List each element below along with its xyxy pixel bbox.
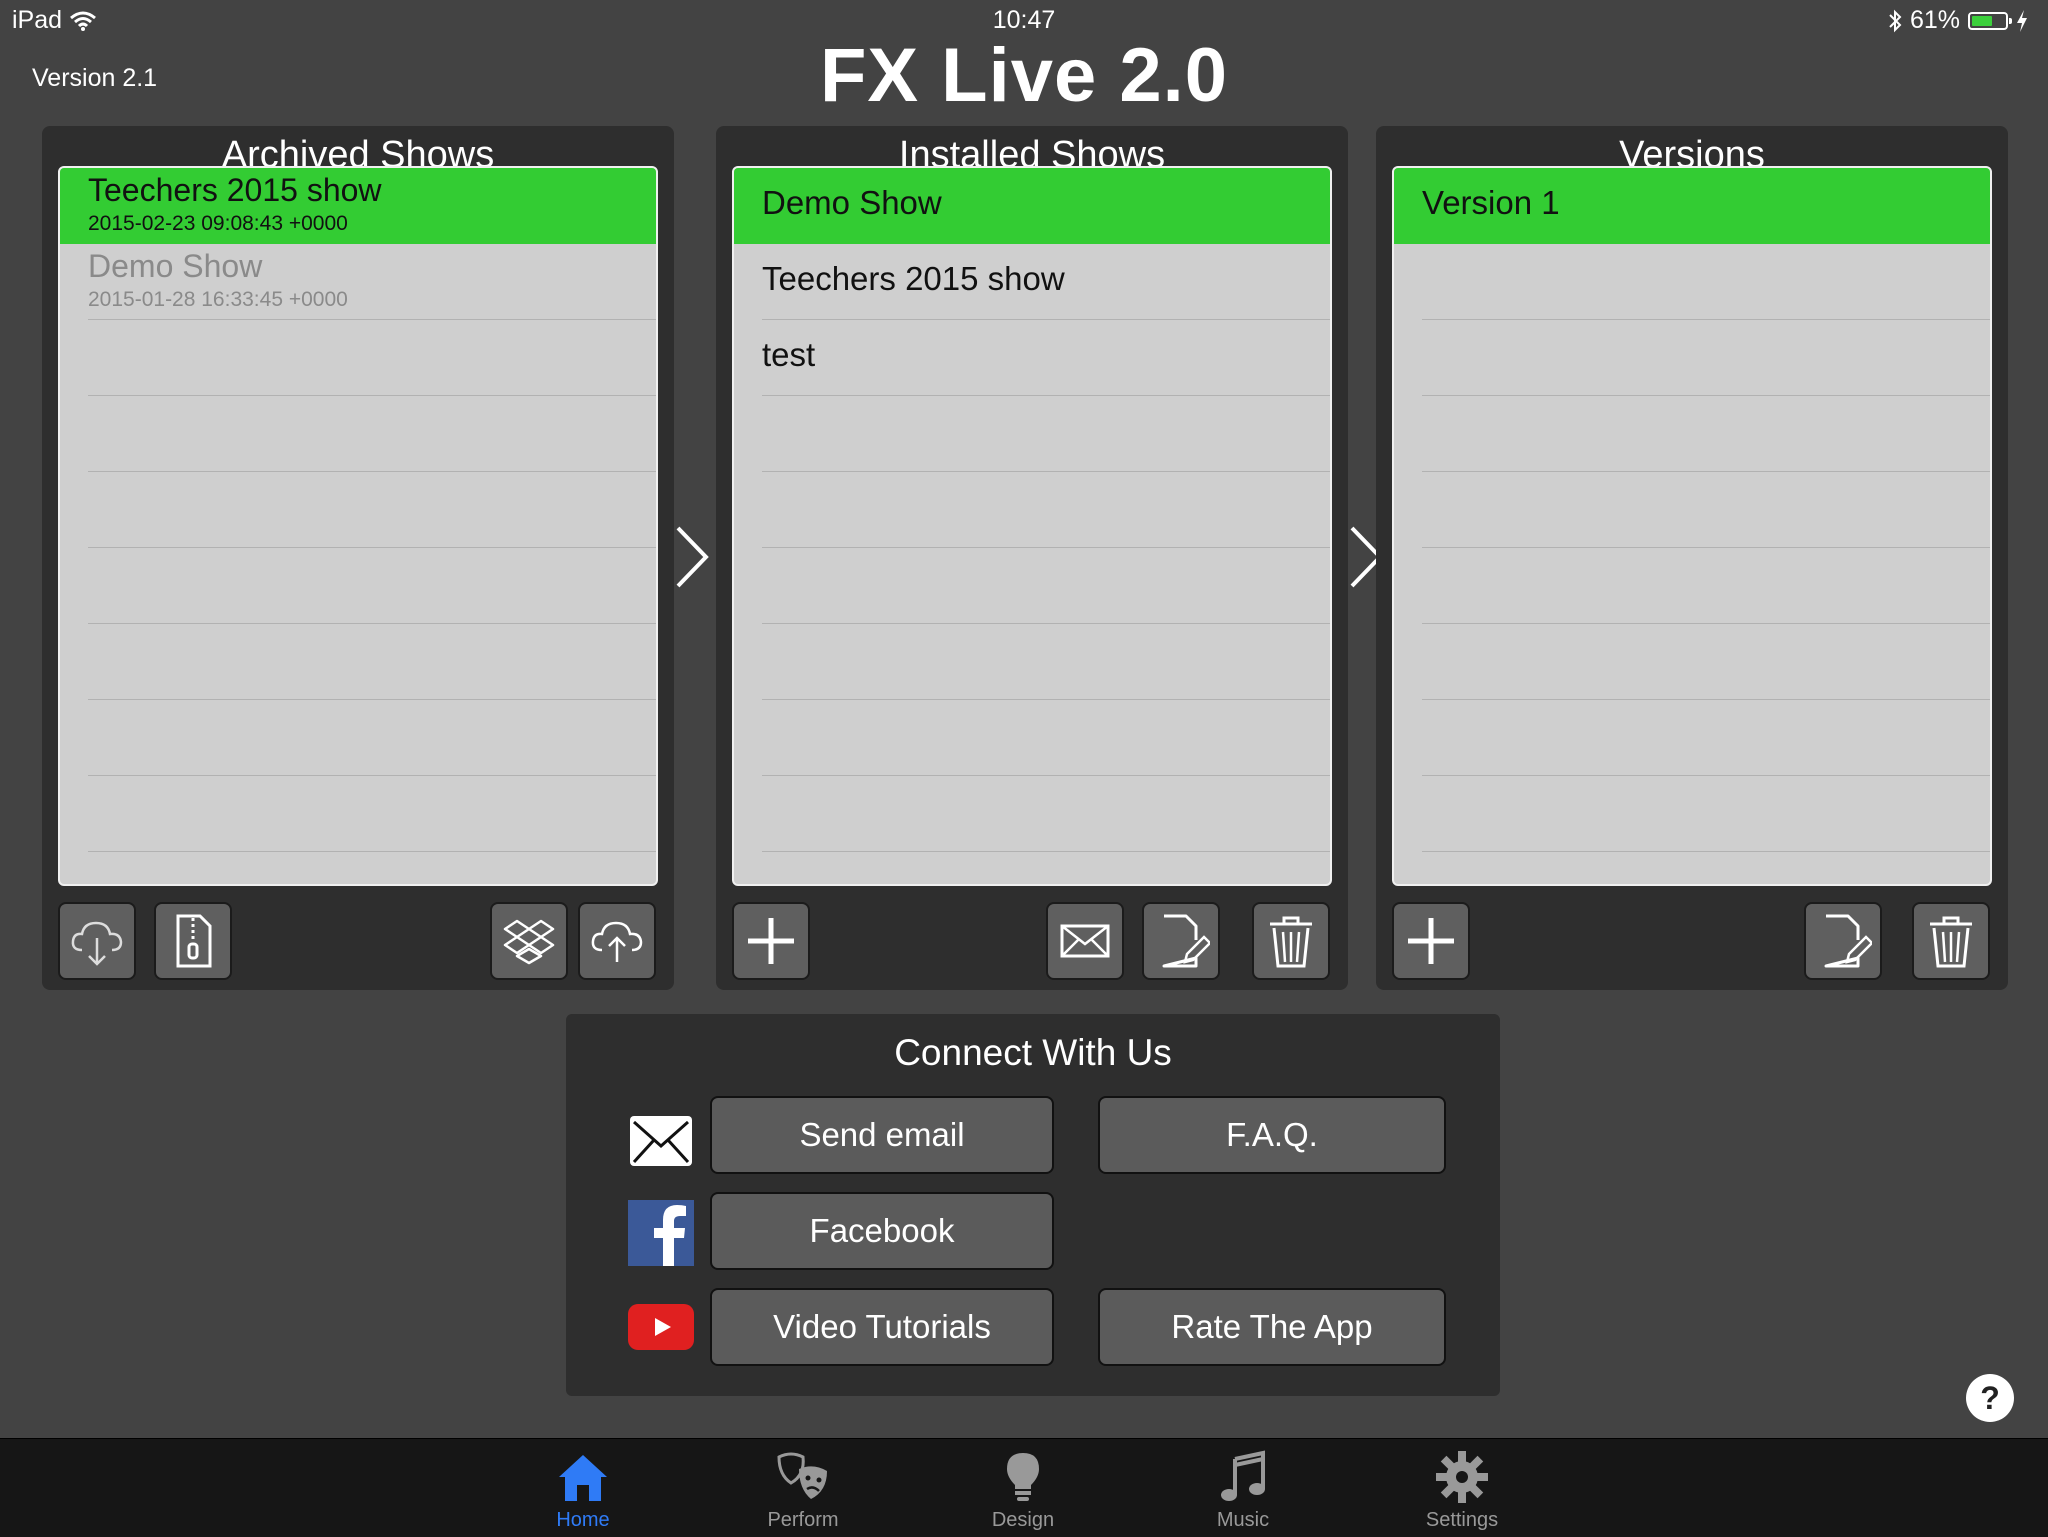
versions-list[interactable]: Version 1 bbox=[1392, 166, 1992, 886]
video-tutorials-button[interactable]: Video Tutorials bbox=[710, 1288, 1054, 1366]
list-item[interactable]: Version 1 bbox=[1394, 168, 1990, 244]
tab-bar: Home Perform Design Music Settings bbox=[0, 1438, 2048, 1537]
music-note-icon bbox=[1221, 1450, 1265, 1501]
tab-design[interactable]: Design bbox=[953, 1439, 1093, 1537]
show-date: 2015-02-23 09:08:43 +0000 bbox=[88, 212, 348, 235]
status-time: 10:47 bbox=[992, 6, 1056, 34]
empty-row bbox=[60, 776, 656, 852]
list-item[interactable]: Teechers 2015 show bbox=[734, 244, 1330, 320]
facebook-icon bbox=[628, 1200, 694, 1266]
list-item[interactable]: Teechers 2015 show 2015-02-23 09:08:43 +… bbox=[60, 168, 656, 244]
lightbulb-icon bbox=[1007, 1453, 1039, 1501]
battery-icon bbox=[1968, 11, 2012, 30]
tab-perform[interactable]: Perform bbox=[733, 1439, 873, 1537]
empty-row bbox=[734, 776, 1330, 852]
dropbox-icon bbox=[503, 919, 555, 965]
delete-version-button[interactable] bbox=[1912, 902, 1990, 980]
show-name: Demo Show bbox=[762, 184, 942, 221]
cloud-upload-button[interactable] bbox=[578, 902, 656, 980]
add-version-button[interactable] bbox=[1392, 902, 1470, 980]
version-name: Version 1 bbox=[1422, 184, 1560, 221]
tab-settings[interactable]: Settings bbox=[1392, 1439, 1532, 1537]
empty-row bbox=[734, 700, 1330, 776]
bluetooth-icon bbox=[1889, 9, 1902, 32]
home-icon bbox=[559, 1455, 607, 1501]
trash-icon bbox=[1930, 916, 1972, 968]
empty-row bbox=[734, 548, 1330, 624]
empty-row bbox=[1394, 472, 1990, 548]
connect-panel: Connect With Us Send email F.A.Q. Facebo… bbox=[566, 1014, 1500, 1396]
empty-row bbox=[60, 548, 656, 624]
app-title: FX Live 2.0 bbox=[819, 33, 1229, 118]
plus-icon bbox=[748, 918, 794, 964]
empty-row bbox=[60, 700, 656, 776]
edit-show-button[interactable] bbox=[1142, 902, 1220, 980]
list-item[interactable]: Demo Show bbox=[734, 168, 1330, 244]
empty-row bbox=[60, 472, 656, 548]
empty-row bbox=[734, 472, 1330, 548]
empty-row bbox=[60, 624, 656, 700]
add-show-button[interactable] bbox=[732, 902, 810, 980]
charging-icon bbox=[2017, 9, 2027, 32]
show-date: 2015-01-28 16:33:45 +0000 bbox=[88, 288, 348, 311]
list-item[interactable]: Demo Show 2015-01-28 16:33:45 +0000 bbox=[60, 244, 656, 320]
show-name: Demo Show bbox=[88, 248, 263, 284]
plus-icon bbox=[1408, 918, 1454, 964]
tab-label: Perform bbox=[767, 1509, 839, 1531]
facebook-button[interactable]: Facebook bbox=[710, 1192, 1054, 1270]
edit-document-icon bbox=[1824, 914, 1872, 968]
email-show-button[interactable] bbox=[1046, 902, 1124, 980]
rate-app-button[interactable]: Rate The App bbox=[1098, 1288, 1446, 1366]
show-name: Teechers 2015 show bbox=[88, 172, 382, 208]
help-button[interactable]: ? bbox=[1966, 1374, 2014, 1422]
faq-button[interactable]: F.A.Q. bbox=[1098, 1096, 1446, 1174]
dropbox-button[interactable] bbox=[490, 902, 568, 980]
show-name: Teechers 2015 show bbox=[762, 260, 1065, 297]
chevron-right-icon bbox=[676, 526, 709, 588]
empty-row bbox=[1394, 396, 1990, 472]
empty-row bbox=[734, 396, 1330, 472]
send-email-button[interactable]: Send email bbox=[710, 1096, 1054, 1174]
connect-title: Connect With Us bbox=[894, 1032, 1172, 1073]
zip-archive-button[interactable] bbox=[154, 902, 232, 980]
cloud-upload-icon bbox=[591, 921, 643, 962]
gear-icon bbox=[1436, 1451, 1488, 1503]
show-name: test bbox=[762, 336, 816, 373]
tab-music[interactable]: Music bbox=[1173, 1439, 1313, 1537]
empty-row bbox=[734, 624, 1330, 700]
empty-row bbox=[1394, 700, 1990, 776]
trash-icon bbox=[1270, 916, 1312, 968]
battery-percent: 61% bbox=[1909, 6, 1960, 34]
tab-label: Home bbox=[556, 1509, 610, 1531]
edit-document-icon bbox=[1162, 914, 1210, 968]
empty-row bbox=[60, 396, 656, 472]
empty-row bbox=[1394, 320, 1990, 396]
cloud-download-icon bbox=[71, 921, 123, 966]
youtube-icon bbox=[628, 1304, 694, 1350]
zip-file-icon bbox=[176, 914, 212, 968]
delete-show-button[interactable] bbox=[1252, 902, 1330, 980]
tab-label: Design bbox=[991, 1509, 1055, 1531]
tab-home[interactable]: Home bbox=[513, 1439, 653, 1537]
email-icon bbox=[630, 1116, 692, 1166]
tab-label: Music bbox=[1216, 1509, 1270, 1531]
empty-row bbox=[1394, 624, 1990, 700]
empty-row bbox=[1394, 776, 1990, 852]
envelope-icon bbox=[1060, 924, 1110, 958]
tab-label: Settings bbox=[1425, 1509, 1499, 1531]
theater-masks-icon bbox=[777, 1452, 827, 1499]
empty-row bbox=[1394, 548, 1990, 624]
edit-version-button[interactable] bbox=[1804, 902, 1882, 980]
installed-shows-list[interactable]: Demo Show Teechers 2015 show test bbox=[732, 166, 1332, 886]
archived-shows-list[interactable]: Teechers 2015 show 2015-02-23 09:08:43 +… bbox=[58, 166, 658, 886]
empty-row bbox=[1394, 244, 1990, 320]
empty-row bbox=[60, 320, 656, 396]
cloud-download-button[interactable] bbox=[58, 902, 136, 980]
list-item[interactable]: test bbox=[734, 320, 1330, 396]
